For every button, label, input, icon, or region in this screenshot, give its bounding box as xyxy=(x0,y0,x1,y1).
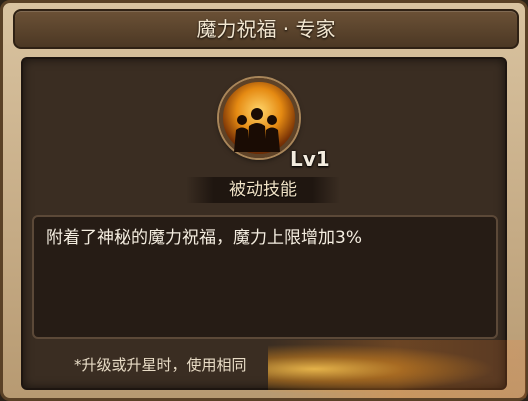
skill-level: Lv1 xyxy=(290,147,330,171)
skill-type-label: 被动技能 xyxy=(229,180,297,200)
skill-description: 附着了神秘的魔力祝福，魔力上限增加3% xyxy=(46,228,362,248)
dialog-title: 魔力祝福 · 专家 xyxy=(196,17,336,41)
figures-icon xyxy=(234,108,280,152)
footer-note: *升级或升星时，使用相同 xyxy=(74,356,247,374)
title-bar: 魔力祝福 · 专家 xyxy=(13,9,519,49)
